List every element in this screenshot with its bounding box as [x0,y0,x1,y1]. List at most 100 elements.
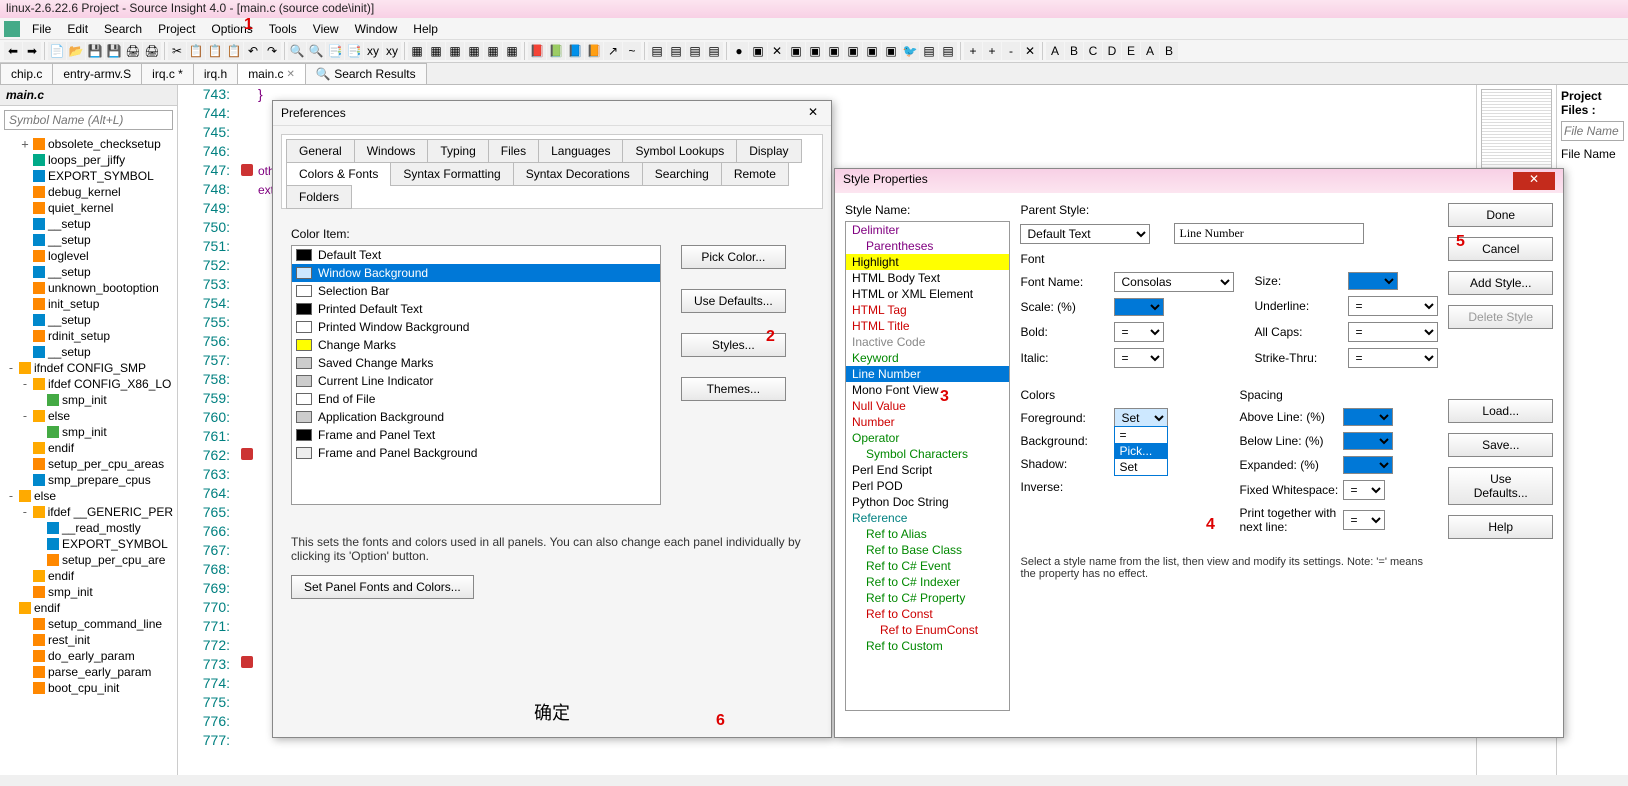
color-item[interactable]: Printed Window Background [292,318,660,336]
tree-item[interactable]: __setup [2,216,175,232]
toolbar-button[interactable]: ▣ [844,42,862,60]
tree-item[interactable]: endif [2,600,175,616]
pref-tab-Display[interactable]: Display [736,139,801,163]
toolbar-button[interactable]: 📋 [225,42,243,60]
tree-item[interactable]: loglevel [2,248,175,264]
tree-item[interactable]: __setup [2,264,175,280]
style-item[interactable]: Ref to Const [846,606,1009,622]
toolbar-button[interactable]: ➡ [23,42,41,60]
style-item[interactable]: HTML Tag [846,302,1009,318]
allcaps-select[interactable]: = [1348,322,1438,342]
style-item[interactable]: Ref to C# Property [846,590,1009,606]
cancel-button[interactable]: Cancel [1448,237,1553,261]
pref-tab-Searching[interactable]: Searching [642,162,722,186]
menu-edit[interactable]: Edit [59,20,96,38]
style-item[interactable]: Inactive Code [846,334,1009,350]
tree-item[interactable]: loops_per_jiffy [2,152,175,168]
tree-item[interactable]: EXPORT_SYMBOL [2,536,175,552]
foreground-dropdown-menu[interactable]: =Pick...Set [1114,426,1168,476]
menu-help[interactable]: Help [405,20,446,38]
expand-icon[interactable]: - [20,505,30,519]
color-item[interactable]: Current Line Indicator [292,372,660,390]
fixed-whitespace-select[interactable]: = [1343,480,1385,500]
tree-item[interactable]: setup_per_cpu_areas [2,456,175,472]
style-item[interactable]: Python Doc String [846,494,1009,510]
file-name-input[interactable] [1561,121,1624,141]
tree-item[interactable]: unknown_bootoption [2,280,175,296]
toolbar-button[interactable]: 💾 [105,42,123,60]
pick-color--button[interactable]: Pick Color... [681,245,786,269]
toolbar-button[interactable]: 📂 [67,42,85,60]
toolbar-button[interactable]: ↷ [263,42,281,60]
style-item[interactable]: HTML Body Text [846,270,1009,286]
toolbar-button[interactable]: ▣ [806,42,824,60]
tree-item[interactable]: setup_command_line [2,616,175,632]
tree-item[interactable]: - else [2,488,175,504]
style-item[interactable]: Delimiter [846,222,1009,238]
toolbar-button[interactable]: + [964,42,982,60]
dropdown-option[interactable]: = [1115,427,1167,443]
pref-tab-Syntax-Decorations[interactable]: Syntax Decorations [513,162,643,186]
set-panel-fonts-button[interactable]: Set Panel Fonts and Colors... [291,575,474,599]
style-item[interactable]: Perl End Script [846,462,1009,478]
style-list[interactable]: DelimiterParenthesesHighlightHTML Body T… [845,221,1010,711]
menu-project[interactable]: Project [150,20,203,38]
toolbar-button[interactable]: ▦ [408,42,426,60]
symbol-tree[interactable]: + obsolete_checksetup loops_per_jiffy EX… [0,134,177,775]
color-item[interactable]: Saved Change Marks [292,354,660,372]
style-item[interactable]: Ref to C# Event [846,558,1009,574]
toolbar-button[interactable]: 🖨 [124,42,142,60]
dropdown-option[interactable]: Pick... [1115,443,1167,459]
toolbar-button[interactable]: B [1160,42,1178,60]
tree-item[interactable]: setup_per_cpu_are [2,552,175,568]
color-item[interactable]: Change Marks [292,336,660,354]
toolbar-button[interactable]: ▣ [863,42,881,60]
style-item[interactable]: HTML or XML Element [846,286,1009,302]
toolbar-button[interactable]: ↶ [244,42,262,60]
toolbar-button[interactable]: ▤ [648,42,666,60]
color-item[interactable]: Printed Default Text [292,300,660,318]
toolbar-button[interactable]: ▣ [882,42,900,60]
toolbar-button[interactable]: ▤ [667,42,685,60]
style-item[interactable]: Symbol Characters [846,446,1009,462]
tab-irq-c-[interactable]: irq.c * [141,63,194,84]
color-item-list[interactable]: Default Text Window Background Selection… [291,245,661,505]
tree-item[interactable]: rest_init [2,632,175,648]
dialog-titlebar[interactable]: Preferences ✕ [273,101,831,126]
tab-irq-h[interactable]: irq.h [193,63,238,84]
style-item[interactable]: Ref to Alias [846,526,1009,542]
tree-item[interactable]: - else [2,408,175,424]
toolbar-button[interactable]: ▤ [939,42,957,60]
below-line-select[interactable] [1343,432,1393,450]
expand-icon[interactable]: - [6,489,16,503]
tree-item[interactable]: rdinit_setup [2,328,175,344]
menu-tools[interactable]: Tools [261,20,305,38]
menu-window[interactable]: Window [347,20,406,38]
toolbar-button[interactable]: ✕ [1021,42,1039,60]
toolbar-button[interactable]: ▤ [686,42,704,60]
tree-item[interactable]: smp_init [2,424,175,440]
pref-tab-Folders[interactable]: Folders [286,185,352,209]
tree-item[interactable]: init_setup [2,296,175,312]
toolbar-button[interactable]: D [1103,42,1121,60]
tree-item[interactable]: endif [2,568,175,584]
style-name-input[interactable] [1174,223,1364,244]
expand-icon[interactable]: - [20,377,30,391]
foreground-select[interactable]: Set [1114,408,1168,428]
style-item[interactable]: Ref to C# Indexer [846,574,1009,590]
toolbar-button[interactable]: 📗 [547,42,565,60]
print-together-select[interactable]: = [1343,510,1385,530]
toolbar-button[interactable]: ● [730,42,748,60]
style-item[interactable]: Ref to Base Class [846,542,1009,558]
style-item[interactable]: Mono Font View [846,382,1009,398]
style-item[interactable]: Line Number [846,366,1009,382]
toolbar-button[interactable]: A [1141,42,1159,60]
toolbar-button[interactable]: ▤ [920,42,938,60]
tree-item[interactable]: EXPORT_SYMBOL [2,168,175,184]
style-item[interactable]: Ref to EnumConst [846,622,1009,638]
use-defaults--button[interactable]: Use Defaults... [681,289,786,313]
help-button[interactable]: Help [1448,515,1553,539]
expand-icon[interactable]: + [20,137,30,151]
tree-item[interactable]: parse_early_param [2,664,175,680]
pref-tab-Symbol-Lookups[interactable]: Symbol Lookups [622,139,737,163]
